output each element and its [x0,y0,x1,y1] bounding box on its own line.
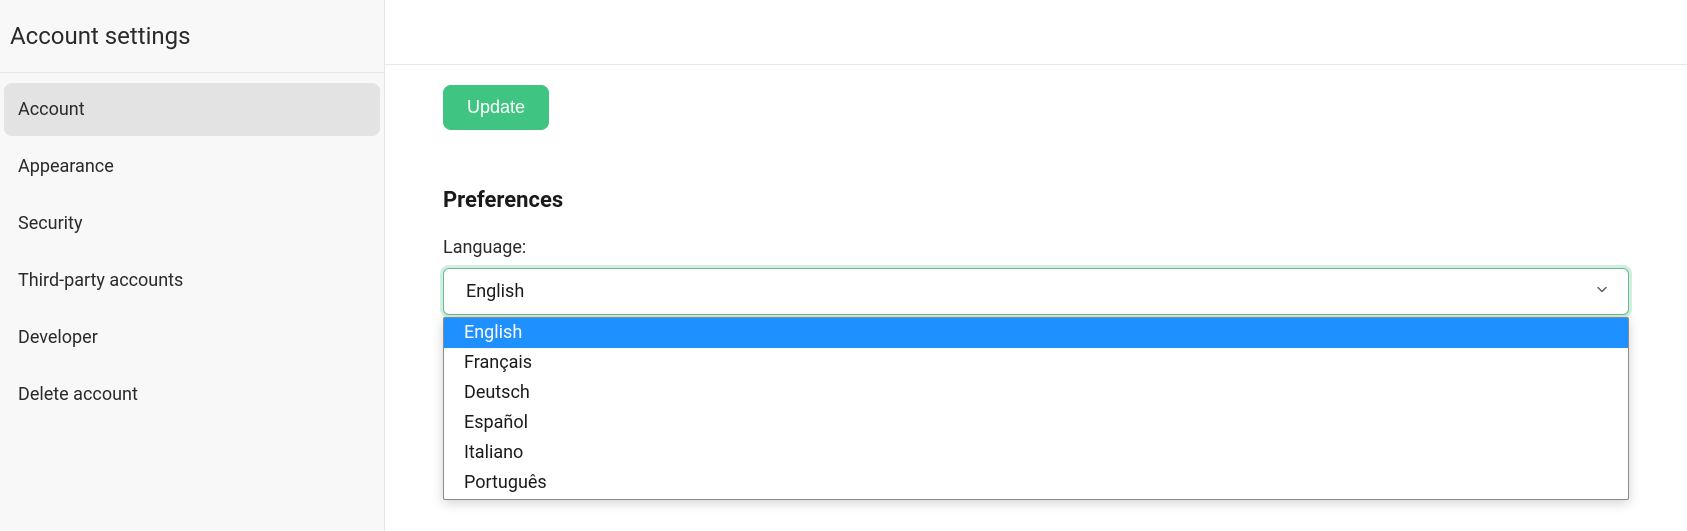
sidebar-item-label: Delete account [18,384,138,405]
sidebar-item-appearance[interactable]: Appearance [4,140,380,193]
language-option-espa-ol[interactable]: Español [444,408,1628,438]
sidebar-item-security[interactable]: Security [4,197,380,250]
language-option-english[interactable]: English [444,318,1628,348]
sidebar-item-delete-account[interactable]: Delete account [4,368,380,421]
sidebar-item-label: Third-party accounts [18,270,183,291]
sidebar-item-label: Account [18,99,85,120]
language-option-fran-ais[interactable]: Français [444,348,1628,378]
sidebar-item-label: Appearance [18,156,114,177]
language-select-wrap: English EnglishFrançaisDeutschEspañolIta… [443,268,1629,315]
language-selected-value: English [466,281,524,302]
chevron-down-icon [1594,281,1610,302]
language-option-italiano[interactable]: Italiano [444,438,1628,468]
language-select[interactable]: English [443,268,1629,315]
language-dropdown: EnglishFrançaisDeutschEspañolItalianoPor… [443,317,1629,500]
language-label: Language: [443,237,1629,258]
main-content: Update Preferences Language: English Eng… [385,64,1687,531]
update-button[interactable]: Update [443,85,549,130]
sidebar-nav: Account Appearance Security Third-party acc… [0,73,384,431]
sidebar-title: Account settings [0,0,384,73]
language-option-portugu-s[interactable]: Português [444,468,1628,498]
preferences-heading: Preferences [443,188,1629,213]
sidebar-item-developer[interactable]: Developer [4,311,380,364]
sidebar-item-label: Security [18,213,82,234]
settings-sidebar: Account settings Account Appearance Securi… [0,0,385,531]
sidebar-item-label: Developer [18,327,98,348]
sidebar-item-account[interactable]: Account [4,83,380,136]
sidebar-item-third-party-accounts[interactable]: Third-party accounts [4,254,380,307]
language-option-deutsch[interactable]: Deutsch [444,378,1628,408]
